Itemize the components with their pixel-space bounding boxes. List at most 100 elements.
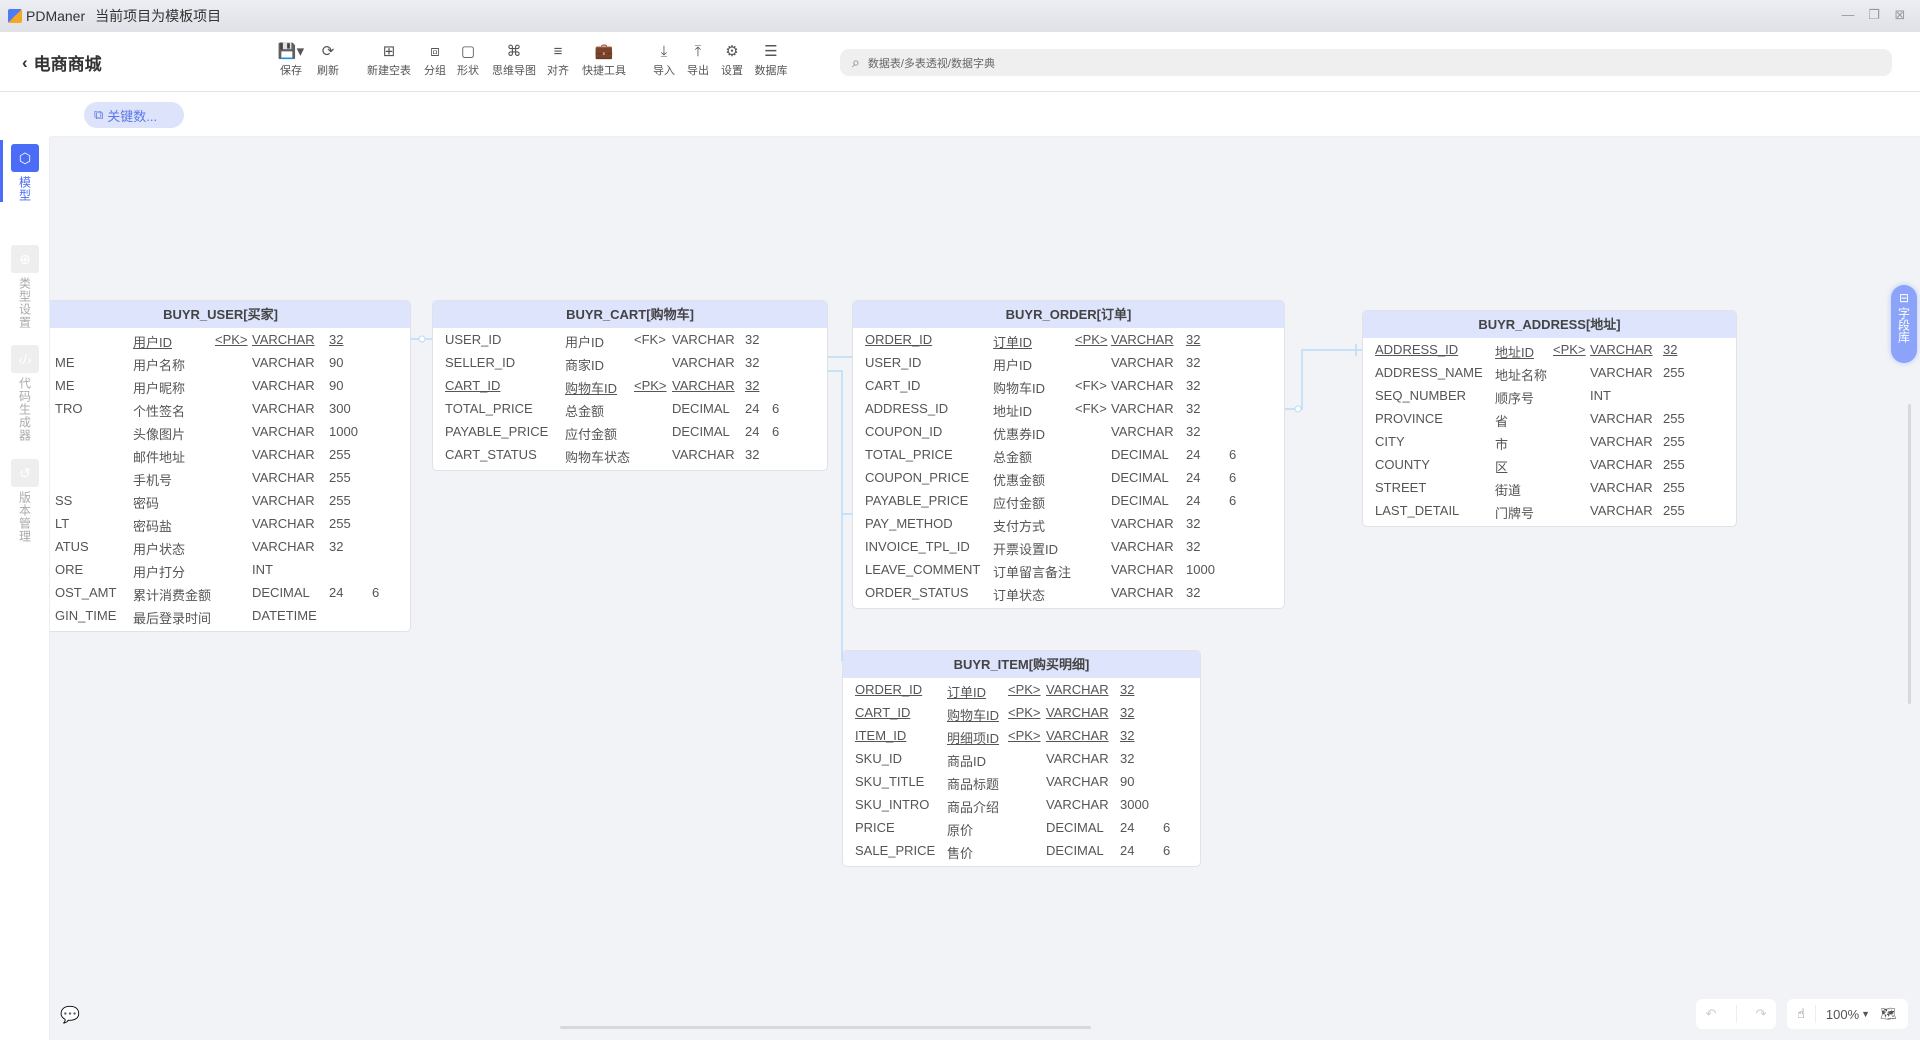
field-type: VARCHAR bbox=[672, 447, 735, 462]
entity-table[interactable]: BUYR_ADDRESS[地址] ADDRESS_ID 地址ID <PK> VARCHA… bbox=[1362, 310, 1737, 527]
field-type: VARCHAR bbox=[252, 470, 315, 485]
minimap-icon[interactable]: 🗺 bbox=[1880, 1006, 1897, 1022]
restore-icon[interactable]: ❐ bbox=[1866, 8, 1882, 22]
field-code: 用户状态 bbox=[133, 542, 186, 557]
app-name: PDManer bbox=[26, 8, 86, 24]
er-diagram-canvas[interactable]: BUYR_USER[买家] 用户ID <PK> VARCHAR 32 ME 用户名称 VARC… bbox=[50, 137, 1920, 1040]
search-input[interactable]: ⌕ 数据表/多表透视/数据字典 bbox=[840, 49, 1892, 76]
entity-table[interactable]: BUYR_CART[购物车] USER_ID 用户ID <FK> VARCHAR 32 SE… bbox=[432, 300, 828, 471]
table-row[interactable]: ME 用户名称 VARCHAR 90 bbox=[50, 351, 410, 374]
table-row[interactable]: INVOICE_TPL_ID 开票设置ID VARCHAR 32 bbox=[853, 535, 1284, 558]
tool-align-button[interactable]: ≡ 对齐 bbox=[547, 42, 569, 78]
entity-table[interactable]: BUYR_ORDER[订单] ORDER_ID 订单ID <PK> VARCHAR 32 U… bbox=[852, 300, 1285, 609]
tool-save-button[interactable]: 💾▾ 保存 bbox=[278, 42, 304, 78]
table-row[interactable]: CITY 市 VARCHAR 255 bbox=[1363, 430, 1736, 453]
field-library-button[interactable]: ⊟ 字段库 bbox=[1891, 285, 1917, 363]
shape-icon: ▢ bbox=[460, 43, 476, 60]
field-type: VARCHAR bbox=[1046, 797, 1109, 812]
table-row[interactable]: SALE_PRICE 售价 DECIMAL 24 6 bbox=[843, 839, 1200, 862]
entity-table[interactable]: BUYR_USER[买家] 用户ID <PK> VARCHAR 32 ME 用户名称 VARC… bbox=[50, 300, 411, 632]
horizontal-scrollbar[interactable] bbox=[560, 1026, 1091, 1029]
table-row[interactable]: STREET 街道 VARCHAR 255 bbox=[1363, 476, 1736, 499]
sidebar-item-cube[interactable]: ⬡ 模型 bbox=[0, 140, 50, 202]
table-row[interactable]: SKU_TITLE 商品标题 VARCHAR 90 bbox=[843, 770, 1200, 793]
table-row[interactable]: CART_ID 购物车ID <FK> VARCHAR 32 bbox=[853, 374, 1284, 397]
table-row[interactable]: LT 密码盐 VARCHAR 255 bbox=[50, 512, 410, 535]
table-row[interactable]: 邮件地址 VARCHAR 255 bbox=[50, 443, 410, 466]
table-row[interactable]: TOTAL_PRICE 总金额 DECIMAL 24 6 bbox=[853, 443, 1284, 466]
table-row[interactable]: TRO 个性签名 VARCHAR 300 bbox=[50, 397, 410, 420]
table-row[interactable]: PRICE 原价 DECIMAL 24 6 bbox=[843, 816, 1200, 839]
field-code: 购物车状态 bbox=[565, 450, 631, 465]
sidebar-item-history[interactable]: ↺ 版本管理 bbox=[0, 459, 50, 543]
hand-icon[interactable]: ☝ bbox=[1797, 1006, 1805, 1022]
tool-toolbox-button[interactable]: 💼 快捷工具 bbox=[582, 42, 626, 78]
table-row[interactable]: ORE 用户打分 INT bbox=[50, 558, 410, 581]
table-row[interactable]: CART_STATUS 购物车状态 VARCHAR 32 bbox=[433, 443, 827, 466]
table-row[interactable]: LEAVE_COMMENT 订单留言备注 VARCHAR 1000 bbox=[853, 558, 1284, 581]
table-row[interactable]: SS 密码 VARCHAR 255 bbox=[50, 489, 410, 512]
table-row[interactable]: PAY_METHOD 支付方式 VARCHAR 32 bbox=[853, 512, 1284, 535]
redo-icon[interactable]: ↷ bbox=[1756, 1006, 1767, 1022]
table-row[interactable]: OST_AMT 累计消费金额 DECIMAL 24 6 bbox=[50, 581, 410, 604]
tool-shape-button[interactable]: ▢ 形状 bbox=[457, 42, 479, 78]
table-row[interactable]: USER_ID 用户ID VARCHAR 32 bbox=[853, 351, 1284, 374]
table-row[interactable]: CART_ID 购物车ID <PK> VARCHAR 32 bbox=[433, 374, 827, 397]
field-type: VARCHAR bbox=[1111, 516, 1174, 531]
sidebar-item-globe[interactable]: ⊕ 类型设置 bbox=[0, 245, 50, 329]
tool-group-button[interactable]: ⧈ 分组 bbox=[424, 42, 446, 78]
table-row[interactable]: GIN_TIME 最后登录时间 DATETIME bbox=[50, 604, 410, 627]
close-icon[interactable]: ⊠ bbox=[1892, 8, 1908, 22]
sidebar-item-code[interactable]: ‹/› 代码生成器 bbox=[0, 345, 50, 442]
field-len: 32 bbox=[1186, 355, 1201, 370]
table-row[interactable]: ME 用户昵称 VARCHAR 90 bbox=[50, 374, 410, 397]
table-row[interactable]: SEQ_NUMBER 顺序号 INT bbox=[1363, 384, 1736, 407]
table-row[interactable]: 手机号 VARCHAR 255 bbox=[50, 466, 410, 489]
tool-gear-button[interactable]: ⚙ 设置 bbox=[721, 42, 743, 78]
table-row[interactable]: 用户ID <PK> VARCHAR 32 bbox=[50, 328, 410, 351]
table-row[interactable]: ADDRESS_NAME 地址名称 VARCHAR 255 bbox=[1363, 361, 1736, 384]
caret-down-icon[interactable]: ▼ bbox=[1861, 1009, 1870, 1019]
table-row[interactable]: ORDER_ID 订单ID <PK> VARCHAR 32 bbox=[843, 678, 1200, 701]
table-row[interactable]: SELLER_ID 商家ID VARCHAR 32 bbox=[433, 351, 827, 374]
comment-icon[interactable]: 💬 bbox=[60, 1005, 80, 1025]
tool-refresh-button[interactable]: ⟳ 刷新 bbox=[317, 42, 339, 78]
key-data-button[interactable]: ⧉ 关键数... bbox=[84, 102, 184, 128]
field-name: ORDER_STATUS bbox=[865, 585, 969, 600]
tool-database-button[interactable]: ☰ 数据库 bbox=[755, 42, 788, 78]
table-row[interactable]: PAYABLE_PRICE 应付金额 DECIMAL 24 6 bbox=[433, 420, 827, 443]
undo-icon[interactable]: ↶ bbox=[1706, 1006, 1717, 1022]
tool-mindmap-button[interactable]: ⌘ 思维导图 bbox=[492, 42, 536, 78]
table-row[interactable]: CART_ID 购物车ID <PK> VARCHAR 32 bbox=[843, 701, 1200, 724]
back-button[interactable]: ‹ 电商商城 bbox=[22, 50, 102, 75]
zoom-level-select[interactable]: 100% bbox=[1826, 1007, 1859, 1022]
table-row[interactable]: USER_ID 用户ID <FK> VARCHAR 32 bbox=[433, 328, 827, 351]
table-row[interactable]: COUNTY 区 VARCHAR 255 bbox=[1363, 453, 1736, 476]
tool-import-button[interactable]: ⤓ 导入 bbox=[653, 42, 675, 78]
table-row[interactable]: ADDRESS_ID 地址ID <FK> VARCHAR 32 bbox=[853, 397, 1284, 420]
table-row[interactable]: PROVINCE 省 VARCHAR 255 bbox=[1363, 407, 1736, 430]
minimize-icon[interactable]: — bbox=[1840, 8, 1856, 22]
field-code: 地址ID bbox=[993, 404, 1033, 419]
table-row[interactable]: TOTAL_PRICE 总金额 DECIMAL 24 6 bbox=[433, 397, 827, 420]
table-row[interactable]: LAST_DETAIL 门牌号 VARCHAR 255 bbox=[1363, 499, 1736, 522]
field-code: 个性签名 bbox=[133, 404, 186, 419]
tool-new-table-button[interactable]: ⊞ 新建空表 bbox=[367, 42, 411, 78]
table-row[interactable]: SKU_ID 商品ID VARCHAR 32 bbox=[843, 747, 1200, 770]
field-len: 90 bbox=[329, 378, 344, 393]
table-row[interactable]: ATUS 用户状态 VARCHAR 32 bbox=[50, 535, 410, 558]
table-row[interactable]: ADDRESS_ID 地址ID <PK> VARCHAR 32 bbox=[1363, 338, 1736, 361]
table-row[interactable]: PAYABLE_PRICE 应付金额 DECIMAL 24 6 bbox=[853, 489, 1284, 512]
table-row[interactable]: ORDER_STATUS 订单状态 VARCHAR 32 bbox=[853, 581, 1284, 604]
field-name: SKU_ID bbox=[855, 751, 902, 766]
vertical-scrollbar[interactable] bbox=[1908, 404, 1911, 704]
table-row[interactable]: 头像图片 VARCHAR 1000 bbox=[50, 420, 410, 443]
field-code: 应付金额 bbox=[993, 496, 1046, 511]
table-row[interactable]: ORDER_ID 订单ID <PK> VARCHAR 32 bbox=[853, 328, 1284, 351]
table-row[interactable]: ITEM_ID 明细项ID <PK> VARCHAR 32 bbox=[843, 724, 1200, 747]
table-row[interactable]: SKU_INTRO 商品介绍 VARCHAR 3000 bbox=[843, 793, 1200, 816]
tool-export-button[interactable]: ⤒ 导出 bbox=[687, 42, 709, 78]
table-row[interactable]: COUPON_ID 优惠券ID VARCHAR 32 bbox=[853, 420, 1284, 443]
entity-table[interactable]: BUYR_ITEM[购买明细] ORDER_ID 订单ID <PK> VARCHAR 32… bbox=[842, 650, 1201, 867]
table-row[interactable]: COUPON_PRICE 优惠金额 DECIMAL 24 6 bbox=[853, 466, 1284, 489]
